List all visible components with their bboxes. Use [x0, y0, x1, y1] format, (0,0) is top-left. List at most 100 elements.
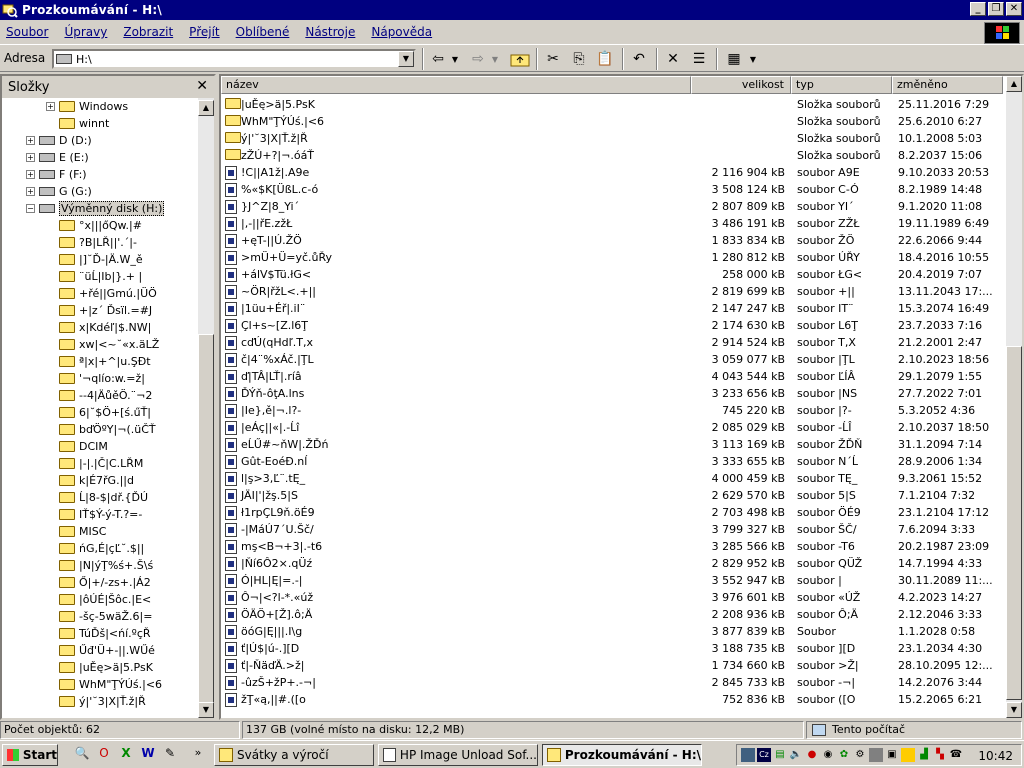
file-row[interactable]: ď|TÂ|LŤ|.ríâ 4 043 544 kB soubor ĽÍÂ 29.1.2…	[221, 368, 1001, 385]
tree-item[interactable]: IŤ$Ý-ý-T.?=-	[2, 506, 198, 523]
file-row[interactable]: eĹŰ#~ňW|.ŽĎń 3 113 169 kB soubor ŽĎŇ 31.1.2…	[221, 436, 1001, 453]
tree-item[interactable]: |N|ýŢ%ś+.Š\ś	[2, 557, 198, 574]
tree-item[interactable]: ý|'˘3|X|Ť.ž|Ř	[2, 693, 198, 710]
file-row[interactable]: öóG|Ę|||.I\g 3 877 839 kB Soubor 1.1.2028 0…	[221, 623, 1001, 640]
tray-app-icon[interactable]: ✿	[837, 748, 851, 762]
tree-item[interactable]: + G (G:)	[2, 183, 198, 200]
task-button-explorer[interactable]: Prozkoumávání - H:\	[542, 744, 702, 766]
tree-item[interactable]: + E (E:)	[2, 149, 198, 166]
file-row[interactable]: |Ňí6Ô2×.qÜź 2 829 952 kB soubor QÜŽ 14.7.19…	[221, 555, 1001, 572]
scroll-down-button[interactable]: ▼	[1006, 702, 1022, 718]
tree-item[interactable]: Űđ'Ü+-||.WŰé	[2, 642, 198, 659]
start-button[interactable]: Start	[2, 744, 58, 766]
tree-item[interactable]: − Výměnný disk (H:)	[2, 200, 198, 217]
tray-app-icon[interactable]: ⚙	[853, 748, 867, 762]
folder-tree-scrollbar[interactable]: ▲ ▼	[198, 98, 214, 718]
title-bar[interactable]: Prozkoumávání - H:\ _ ❐ ✕	[0, 0, 1024, 20]
scroll-down-button[interactable]: ▼	[198, 702, 214, 718]
expand-icon[interactable]: +	[26, 136, 35, 145]
file-row[interactable]: |1üu+Éř|.iI¨ 2 147 247 kB soubor IT¨ 15.3.2…	[221, 300, 1001, 317]
file-row[interactable]: !C||A1ž|.A9e 2 116 904 kB soubor A9E 9.10.2…	[221, 164, 1001, 181]
tree-item[interactable]: +|z´ Ďsïl.=#J	[2, 302, 198, 319]
file-row[interactable]: l|ş>3,Ľ¨.tĘ_ 4 000 459 kB soubor TĘ_ 9.3.20…	[221, 470, 1001, 487]
tree-item[interactable]: |-|.|Č|C.LŘM	[2, 455, 198, 472]
column-header-name[interactable]: název	[221, 76, 691, 94]
tree-item[interactable]: ª|x|+^|u.ŞĐt	[2, 353, 198, 370]
views-icon[interactable]: ▦	[722, 48, 746, 70]
tree-item[interactable]: Ĺ|8-$|dř.{ĎÚ	[2, 489, 198, 506]
file-row[interactable]: +álV$Tü.łG< 258 000 kB soubor ŁG< 20.4.2019…	[221, 266, 1001, 283]
expand-icon[interactable]: +	[26, 187, 35, 196]
excel-icon[interactable]: X	[118, 746, 134, 762]
address-value[interactable]: H:\	[76, 53, 92, 66]
volume-icon[interactable]: 🔈	[789, 748, 803, 762]
tree-item[interactable]: 6|˘$Ö+[ś.űŤ|	[2, 404, 198, 421]
tree-item[interactable]: ¨üĹ|Ib|}.+ |	[2, 268, 198, 285]
scroll-up-button[interactable]: ▲	[1006, 76, 1022, 92]
menu-upravy[interactable]: Úpravy	[64, 25, 107, 39]
file-row[interactable]: ť|Ú$|ú-.][D 3 188 735 kB soubor ][D 23.1.20…	[221, 640, 1001, 657]
minimize-button[interactable]: _	[970, 2, 986, 16]
file-list-scrollbar[interactable]: ▲ ▼	[1006, 76, 1022, 718]
column-header-size[interactable]: velikost	[691, 76, 791, 94]
tree-item[interactable]: |]˘Ď-|Ä.W_ě	[2, 251, 198, 268]
tree-item[interactable]: MISC	[2, 523, 198, 540]
expand-icon[interactable]: +	[26, 153, 35, 162]
file-row[interactable]: >mÜ+Ü=yč.ůŘy 1 280 812 kB soubor ÚŘY 18.4.2…	[221, 249, 1001, 266]
file-row[interactable]: |eÁç||«|.-Ĺî 2 085 029 kB soubor -ĹÎ 2.10.2…	[221, 419, 1001, 436]
forward-icon[interactable]: ⇨	[468, 48, 488, 70]
folder-row[interactable]: ý|'˘3|X|Ť.ž|Ř Složka souborů 10.1.2008 5:0…	[221, 130, 1001, 147]
tree-item[interactable]: -šç-5wäŽ.6|=	[2, 608, 198, 625]
menu-napoveda[interactable]: Nápověda	[371, 25, 432, 39]
file-row[interactable]: mş<B¬+3|.-t6 3 285 566 kB soubor -T6 20.2.1…	[221, 538, 1001, 555]
tree-item[interactable]: Ő|+/-zs+.|Á2	[2, 574, 198, 591]
tray-app-icon[interactable]	[901, 748, 915, 762]
phone-icon[interactable]: ☎	[949, 748, 963, 762]
tray-app-icon[interactable]	[869, 748, 883, 762]
column-header-type[interactable]: typ	[791, 76, 892, 94]
tray-app-icon[interactable]: ▤	[773, 748, 787, 762]
file-row[interactable]: Ô¬|<?l-*.«úž 3 976 601 kB soubor «ÚŽ 4.2.20…	[221, 589, 1001, 606]
clock[interactable]: 10:42	[978, 749, 1013, 763]
tray-app-icon[interactable]: ◉	[821, 748, 835, 762]
file-row[interactable]: }J^Z|8_Yi´ 2 807 809 kB soubor YI´ 9.1.2020…	[221, 198, 1001, 215]
delete-icon[interactable]: ✕	[662, 48, 684, 70]
views-dropdown-icon[interactable]: ▼	[748, 48, 758, 70]
address-dropdown-button[interactable]: ▼	[398, 51, 414, 67]
column-header-modified[interactable]: změněno	[892, 76, 1003, 94]
up-folder-icon[interactable]	[508, 48, 532, 70]
tree-item[interactable]: bďÖºY|¬(.üČŤ	[2, 421, 198, 438]
undo-icon[interactable]: ↶	[628, 48, 650, 70]
file-row[interactable]: -ûzŠ+žP+.-¬| 2 845 733 kB soubor -¬| 14.2.2…	[221, 674, 1001, 691]
folder-row[interactable]: WhM"ŢÝÚś.|<6 Složka souborů 25.6.2010 6:27	[221, 113, 1001, 130]
tree-item[interactable]: ?B|LŘ||'.´|-	[2, 234, 198, 251]
tree-item[interactable]: + Windows	[2, 98, 198, 115]
task-button-svatky[interactable]: Svátky a výročí	[214, 744, 374, 766]
file-row[interactable]: |Ie},ě|¬.l?- 745 220 kB soubor |?- 5.3.2052…	[221, 402, 1001, 419]
language-cz-icon[interactable]: Cz	[757, 748, 771, 762]
address-field[interactable]: H:\ ▼	[52, 49, 416, 69]
tray-app-icon[interactable]: ●	[805, 748, 819, 762]
tree-item[interactable]: +řé||Gmú.|ÜÖ	[2, 285, 198, 302]
scroll-thumb[interactable]	[1006, 346, 1022, 700]
tree-item[interactable]: DCIM	[2, 438, 198, 455]
copy-icon[interactable]: ⎘	[568, 48, 590, 70]
menu-prejit[interactable]: Přejít	[189, 25, 219, 39]
file-row[interactable]: |,-||řE.zžŁ 3 486 191 kB soubor ZŽŁ 19.11.1…	[221, 215, 1001, 232]
cut-icon[interactable]: ✂	[542, 48, 564, 70]
tree-item[interactable]: WhM"ŢÝÚś.|<6	[2, 676, 198, 693]
task-button-hp-image[interactable]: HP Image Unload Sof...	[378, 744, 538, 766]
file-row[interactable]: č|4¨%xÁč.|ŢL 3 059 077 kB soubor |ŢL 2.10.2…	[221, 351, 1001, 368]
expand-icon[interactable]: +	[46, 102, 55, 111]
restore-button[interactable]: ❐	[988, 2, 1004, 16]
tray-app-icon[interactable]: ▣	[885, 748, 899, 762]
tree-item[interactable]: k|É7řG.||d	[2, 472, 198, 489]
tree-item[interactable]: + F (F:)	[2, 166, 198, 183]
file-row[interactable]: ť|-ŇäďÄ.>ž| 1 734 660 kB soubor >Ž| 28.10.2…	[221, 657, 1001, 674]
word-icon[interactable]: W	[140, 746, 156, 762]
file-row[interactable]: +ęT-||Ú.ŽÖ 1 833 834 kB soubor ŽÖ 22.6.2066…	[221, 232, 1001, 249]
back-dropdown-icon[interactable]: ▼	[450, 48, 460, 70]
expand-icon[interactable]: +	[26, 170, 35, 179]
network-icon[interactable]	[741, 748, 755, 762]
file-row[interactable]: JÄI|'|žş.5|S 2 629 570 kB soubor 5|S 7.1.21…	[221, 487, 1001, 504]
